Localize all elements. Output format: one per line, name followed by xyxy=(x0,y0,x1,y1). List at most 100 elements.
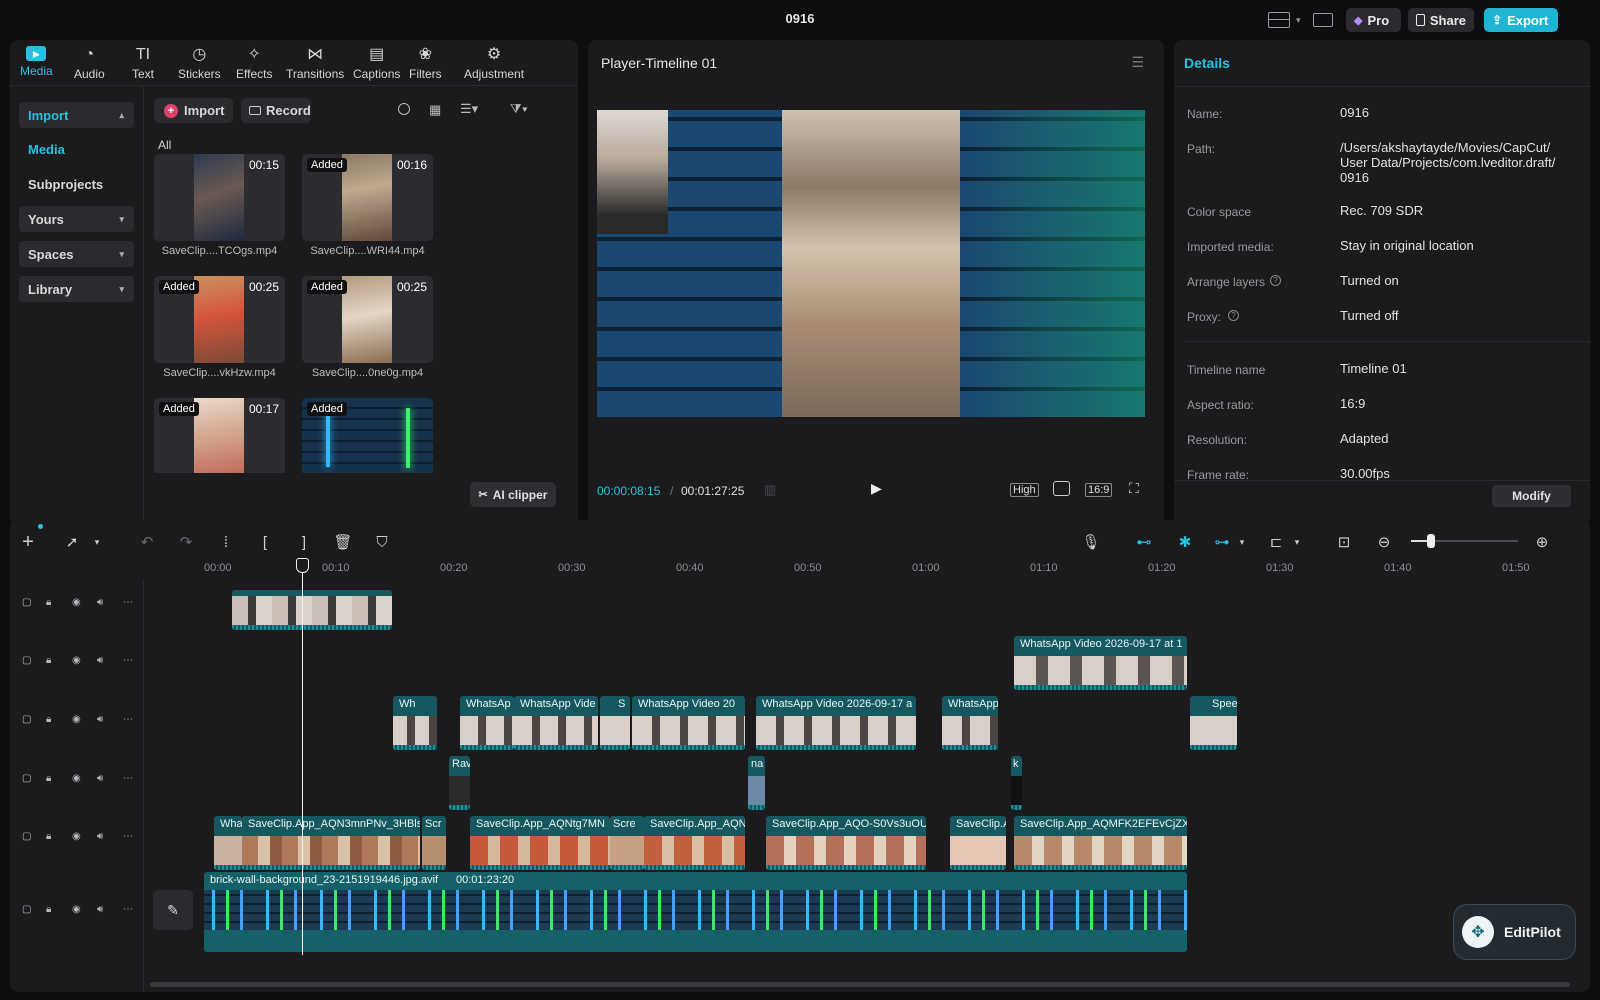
sidebar-item-spaces[interactable]: Spaces ▾ xyxy=(19,241,134,267)
media-thumb[interactable]: Added 00:16 xyxy=(302,154,433,241)
waveform-icon[interactable]: ▥ xyxy=(764,482,776,498)
playhead-handle[interactable] xyxy=(296,558,309,573)
chevron-down-icon[interactable]: ▾ xyxy=(1232,532,1252,552)
speaker-icon[interactable]: 🔊︎ xyxy=(97,655,103,666)
eye-icon[interactable]: ◉ xyxy=(72,904,81,915)
lock-icon[interactable]: 🔒︎ xyxy=(46,597,51,608)
ratio-button[interactable]: 16:9 xyxy=(1085,483,1113,497)
track-toggle-icon[interactable]: ▢ xyxy=(22,655,31,666)
lock-icon[interactable]: 🔒︎ xyxy=(46,773,51,784)
fit-icon[interactable] xyxy=(1053,481,1070,496)
zoom-slider[interactable] xyxy=(1411,534,1518,548)
sidebar-item-library[interactable]: Library ▾ xyxy=(19,276,134,302)
zoom-out-icon[interactable]: ⊖ xyxy=(1374,532,1394,552)
tab-captions[interactable]: ▤ Captions xyxy=(353,46,400,81)
delete-icon[interactable]: 🗑 xyxy=(333,532,353,552)
horizontal-scrollbar[interactable] xyxy=(150,982,1570,987)
media-thumb[interactable]: 00:15 xyxy=(154,154,285,241)
tab-media[interactable]: ▶ Media xyxy=(20,46,53,78)
tab-stickers[interactable]: ◷ Stickers xyxy=(178,46,221,81)
more-icon[interactable]: ⋯ xyxy=(123,904,133,915)
media-thumb[interactable]: Added 00:17 xyxy=(154,398,285,473)
timeline-clip[interactable]: Spee xyxy=(1190,696,1237,750)
redo-icon[interactable]: ↷ xyxy=(176,532,196,552)
more-icon[interactable]: ⋯ xyxy=(123,773,133,784)
timeline-clip[interactable]: Scr xyxy=(422,816,446,870)
timeline-clip[interactable]: SaveClip.App_AQNtg7MN xyxy=(470,816,610,870)
add-track-icon[interactable]: + xyxy=(18,531,38,553)
tab-text[interactable]: TI Text xyxy=(132,46,154,81)
menu-icon[interactable]: ☰ xyxy=(1131,54,1144,71)
tab-adjustment[interactable]: ⚙ Adjustment xyxy=(464,46,524,81)
timeline-clip[interactable]: WhatsApp xyxy=(942,696,998,750)
speaker-icon[interactable]: 🔊︎ xyxy=(97,773,103,784)
eye-icon[interactable]: ◉ xyxy=(72,655,81,666)
more-icon[interactable]: ⋯ xyxy=(123,831,133,842)
chain-icon[interactable]: ⊶ xyxy=(1210,532,1234,552)
more-icon[interactable]: ⋯ xyxy=(123,597,133,608)
split-right-icon[interactable]: ] xyxy=(294,532,314,552)
play-icon[interactable]: ▶ xyxy=(871,480,882,497)
split-left-icon[interactable]: [ xyxy=(255,532,275,552)
ai-clipper-button[interactable]: ✂ AI clipper xyxy=(470,482,556,507)
split-icon[interactable]: ⁞ xyxy=(216,532,236,552)
playhead[interactable] xyxy=(302,560,303,955)
track-toggle-icon[interactable]: ▢ xyxy=(22,714,31,725)
lock-icon[interactable]: 🔒︎ xyxy=(46,904,51,915)
share-button[interactable]: Share xyxy=(1408,8,1474,32)
record-button[interactable]: Record xyxy=(241,98,311,123)
fit-timeline-icon[interactable]: ⊡ xyxy=(1334,532,1354,552)
chevron-down-icon[interactable]: ▾ xyxy=(87,532,107,552)
timeline-clip[interactable]: Scre xyxy=(610,816,644,870)
export-button[interactable]: ⇪ Export xyxy=(1484,8,1558,32)
track-toggle-icon[interactable]: ▢ xyxy=(22,831,31,842)
speaker-icon[interactable]: 🔊︎ xyxy=(97,714,103,725)
info-icon[interactable]: ? xyxy=(1270,275,1281,286)
timeline-clip[interactable]: SaveClip.App_AQN xyxy=(644,816,745,870)
timeline-clip[interactable]: na xyxy=(748,756,765,810)
fullscreen-icon[interactable]: ⛶ xyxy=(1129,480,1139,497)
zoom-slider-handle[interactable] xyxy=(1427,534,1435,548)
marker-icon[interactable]: ⛉ xyxy=(372,532,392,552)
lock-icon[interactable]: 🔒︎ xyxy=(46,714,51,725)
more-icon[interactable]: ⋯ xyxy=(123,714,133,725)
track-toggle-icon[interactable]: ▢ xyxy=(22,597,31,608)
track-toggle-icon[interactable]: ▢ xyxy=(22,773,31,784)
link-icon[interactable]: ⊷ xyxy=(1132,532,1156,552)
eye-icon[interactable]: ◉ xyxy=(72,831,81,842)
microphone-icon[interactable]: 🎙 xyxy=(1081,532,1101,552)
timeline-clip[interactable]: SaveClip.App_AQMFK2EFEvCjZXv xyxy=(1014,816,1187,870)
timeline-clip[interactable]: WhatsApp Video 2026-09-17 at 1 xyxy=(1014,636,1187,690)
media-thumb[interactable]: Added xyxy=(302,398,433,473)
media-thumb[interactable]: Added 00:25 xyxy=(302,276,433,363)
speaker-icon[interactable]: 🔊︎ xyxy=(97,904,103,915)
sidebar-item-media[interactable]: Media xyxy=(19,136,134,162)
track-toggle-icon[interactable]: ▢ xyxy=(22,904,31,915)
timeline-clip[interactable] xyxy=(232,590,392,630)
snap-icon[interactable]: ✱ xyxy=(1173,532,1197,552)
sidebar-item-subprojects[interactable]: Subprojects xyxy=(19,171,134,197)
chevron-down-icon[interactable]: ▾ xyxy=(1296,15,1301,26)
timeline-clip[interactable]: S xyxy=(600,696,630,750)
grid-view-icon[interactable]: ▦ xyxy=(429,102,441,118)
filter-icon[interactable]: ⧩▾ xyxy=(510,101,528,117)
speaker-icon[interactable]: 🔊︎ xyxy=(97,597,103,608)
timeline-clip[interactable]: Wh xyxy=(393,696,437,750)
edit-cover-button[interactable]: ✎ xyxy=(153,890,193,930)
timeline-clip[interactable]: SaveClip.App_AQN3mnPNv_3HBls_ xyxy=(242,816,420,870)
import-button[interactable]: + Import xyxy=(154,98,233,123)
media-thumb[interactable]: Added 00:25 xyxy=(154,276,285,363)
timeline-clip[interactable]: SaveClip.App_AQO-S0Vs3uOU xyxy=(766,816,926,870)
eye-icon[interactable]: ◉ xyxy=(72,714,81,725)
pro-button[interactable]: ◆ Pro xyxy=(1346,8,1401,32)
undo-icon[interactable]: ↶ xyxy=(137,532,157,552)
tab-transitions[interactable]: ⋈ Transitions xyxy=(286,46,344,81)
lock-icon[interactable]: 🔒︎ xyxy=(46,831,51,842)
background-clip[interactable]: brick-wall-background_23-2151919446.jpg.… xyxy=(204,872,1187,952)
quality-button[interactable]: High xyxy=(1010,483,1039,497)
speaker-icon[interactable]: 🔊︎ xyxy=(97,831,103,842)
sidebar-item-import[interactable]: Import ▴ xyxy=(19,102,134,128)
tab-filters[interactable]: ❀ Filters xyxy=(409,46,442,81)
timeline-clip[interactable]: WhatsApp Video 20 xyxy=(632,696,745,750)
timeline-clip[interactable]: k xyxy=(1011,756,1022,810)
